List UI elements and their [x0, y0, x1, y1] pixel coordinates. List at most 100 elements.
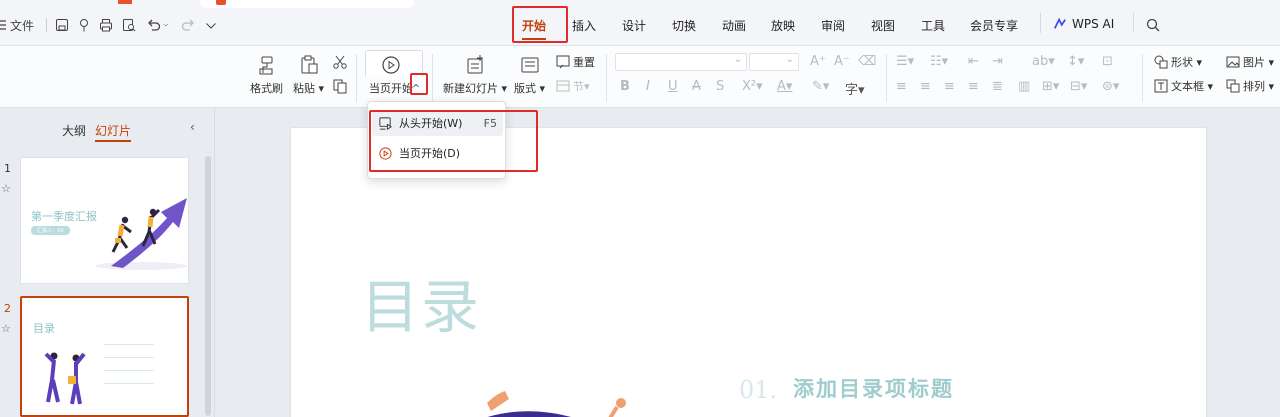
undo-icon[interactable] [146, 15, 162, 35]
tab-review[interactable]: 审阅 [821, 17, 845, 34]
thumb-title: 目录 [33, 322, 55, 335]
format-painter-button[interactable]: 格式刷 [250, 54, 283, 96]
slide-number: 1 [4, 162, 11, 175]
decrease-indent-icon[interactable]: ⇤ [968, 54, 979, 69]
tab-insert[interactable]: 插入 [572, 17, 596, 34]
underline-icon[interactable]: U [668, 79, 678, 94]
textbox-icon [1154, 79, 1168, 93]
save-icon[interactable] [54, 15, 70, 35]
shape-label: 形状 [1171, 56, 1193, 69]
layout-label: 版式 [514, 82, 536, 95]
tab-animations[interactable]: 动画 [722, 17, 746, 34]
file-menu[interactable]: 文件 [10, 15, 34, 35]
picture-label: 图片 [1243, 56, 1265, 69]
toc-number[interactable]: 01. [739, 376, 777, 404]
ribbon-separator [886, 54, 887, 102]
decrease-font-icon[interactable]: A⁻ [834, 54, 850, 69]
slides-panel: 大纲 幻灯片 ‹ 1 ☆ 第一季度汇报 汇报人：XX 2 ☆ 目录 [0, 108, 215, 417]
align-center-icon[interactable]: ≡ [920, 79, 931, 94]
highlight-icon[interactable]: ✎▾ [812, 79, 829, 94]
search-icon[interactable] [1145, 15, 1161, 35]
cut-button[interactable] [332, 54, 350, 70]
font-size-combo[interactable]: ⌄ [749, 53, 799, 71]
star-icon[interactable]: ☆ [1, 322, 11, 335]
tab-tools[interactable]: 工具 [921, 17, 945, 34]
thumb-illustration [95, 198, 187, 270]
paste-icon [301, 55, 318, 74]
ribbon: 格式刷 粘贴 ▾ 当页开始 新建幻灯片 ▾ 版式 ▾ 重置 节 ▾ ⌄ ⌄ A⁺… [0, 46, 1280, 108]
play-current-button[interactable]: 当页开始 [369, 54, 413, 96]
print-preview-icon[interactable] [121, 15, 137, 35]
shape-button[interactable]: 形状 ▾ [1153, 54, 1202, 70]
smartart-icon[interactable]: ⊜▾ [1102, 79, 1119, 94]
layout-button[interactable]: 版式 ▾ [514, 54, 545, 96]
superscript-icon[interactable]: X²▾ [742, 79, 763, 94]
new-slide-icon [467, 55, 484, 74]
tab-view[interactable]: 视图 [871, 17, 895, 34]
ribbon-separator [432, 54, 433, 102]
redo-icon[interactable] [180, 15, 196, 35]
play-icon [382, 56, 400, 74]
copy-button[interactable] [332, 78, 350, 94]
document-tab[interactable] [200, 0, 414, 8]
new-slide-button[interactable]: 新建幻灯片 ▾ [443, 54, 507, 96]
title-bar: 文件 开始 插入 设计 切换 动画 放映 审阅 视图 工具 会员专享 WPS A… [0, 0, 1280, 46]
textbox-button[interactable]: 文本框 ▾ [1153, 78, 1213, 94]
increase-indent-icon[interactable]: ⇥ [992, 54, 1003, 69]
tab-wps-ai[interactable]: WPS AI [1053, 17, 1114, 31]
italic-icon[interactable]: I [646, 79, 650, 94]
justify-icon[interactable]: ≡ [968, 79, 979, 94]
export-pdf-icon[interactable] [77, 15, 93, 35]
align-right-icon[interactable]: ≡ [944, 79, 955, 94]
convert-icon[interactable]: ⊡ [1102, 54, 1113, 69]
reset-button[interactable]: 重置 [555, 54, 595, 70]
vertical-align-icon[interactable]: ⊟▾ [1070, 79, 1087, 94]
undo-dropdown-icon[interactable] [163, 15, 171, 35]
tab-member[interactable]: 会员专享 [970, 17, 1018, 34]
numbering-icon[interactable]: ☷▾ [930, 54, 948, 69]
slide-thumbnail-1[interactable]: 第一季度汇报 汇报人：XX [20, 157, 189, 284]
tab-outline[interactable]: 大纲 [62, 122, 86, 139]
picture-icon [1226, 56, 1240, 68]
thumb-title: 第一季度汇报 [31, 210, 97, 223]
slide-title[interactable]: 目录 [361, 260, 481, 344]
arrange-button[interactable]: 排列 ▾ [1225, 78, 1274, 94]
collapse-panel-icon[interactable]: ‹ [190, 120, 195, 134]
tab-transitions[interactable]: 切换 [672, 17, 696, 34]
line-spacing-icon[interactable]: ↕▾ [1067, 54, 1084, 69]
tab-slideshow[interactable]: 放映 [771, 17, 795, 34]
align-text-icon[interactable]: ⊞▾ [1042, 79, 1059, 94]
text-direction-icon[interactable]: ab▾ [1032, 54, 1055, 69]
print-icon[interactable] [98, 15, 114, 35]
shadow-icon[interactable]: S [716, 79, 724, 94]
bold-icon[interactable]: B [620, 79, 630, 94]
panel-scrollbar[interactable] [205, 156, 211, 416]
paste-button[interactable]: 粘贴 ▾ [293, 54, 324, 96]
tab-design[interactable]: 设计 [622, 17, 646, 34]
ribbon-separator [356, 54, 357, 102]
star-icon[interactable]: ☆ [1, 182, 11, 195]
thumb-subtitle: 汇报人：XX [31, 226, 70, 235]
increase-font-icon[interactable]: A⁺ [810, 54, 826, 69]
picture-button[interactable]: 图片 ▾ [1225, 54, 1274, 70]
tab-slides[interactable]: 幻灯片 [95, 122, 132, 142]
distribute-icon[interactable]: ≣ [992, 79, 1003, 94]
reset-icon [556, 55, 570, 69]
align-left-icon[interactable]: ≡ [896, 79, 907, 94]
shape-icon [1154, 55, 1168, 69]
format-painter-icon [259, 56, 272, 75]
strikethrough-icon[interactable]: A [692, 79, 701, 94]
wps-ai-icon [1053, 17, 1066, 29]
columns-icon[interactable]: ▥ [1018, 79, 1030, 94]
customize-toolbar-icon[interactable] [205, 15, 217, 35]
section-button[interactable]: 节 ▾ [555, 78, 590, 94]
reset-label: 重置 [573, 56, 595, 69]
toc-title[interactable]: 添加目录项标题 [793, 373, 954, 403]
clear-format-icon[interactable]: ⌫ [858, 54, 876, 69]
font-name-combo[interactable]: ⌄ [615, 53, 747, 71]
slide-thumbnail-2[interactable]: 目录 [20, 296, 189, 417]
bullets-icon[interactable]: ☰▾ [896, 54, 914, 69]
phonetic-icon[interactable]: 字▾ [845, 79, 865, 98]
font-color-icon[interactable]: A▾ [777, 79, 792, 94]
highlight-box-play-dropdown [410, 73, 428, 95]
